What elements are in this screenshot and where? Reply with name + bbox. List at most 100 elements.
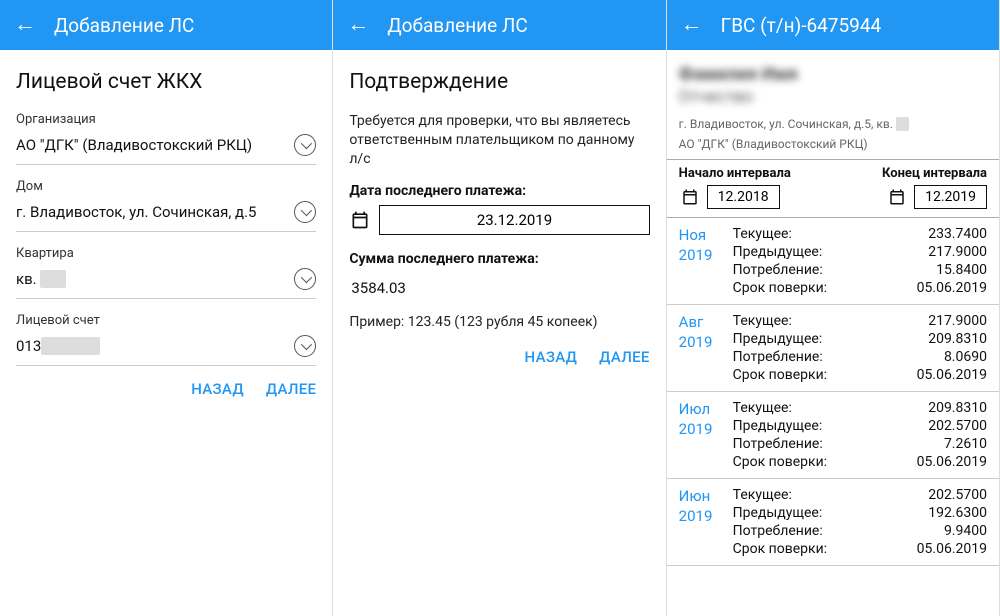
apt-value: кв. 000 bbox=[16, 270, 294, 288]
previous-value: 202.5700 bbox=[928, 418, 987, 434]
check-label: Срок поверки: bbox=[733, 541, 827, 557]
date-label: Дата последнего платежа: bbox=[349, 183, 649, 199]
check-value: 05.06.2019 bbox=[917, 454, 987, 470]
interval-end-label: Конец интервала bbox=[882, 166, 987, 181]
panel-add-account: ← Добавление ЛС Лицевой счет ЖКХ Организ… bbox=[0, 0, 333, 616]
reading-group: Ноя2019Текущее:233.7400Предыдущее:217.90… bbox=[667, 218, 999, 305]
consumption-label: Потребление: bbox=[733, 262, 823, 278]
panel1-content: Лицевой счет ЖКХ Организация АО "ДГК" (В… bbox=[0, 50, 332, 616]
current-value: 233.7400 bbox=[928, 226, 987, 242]
apt-field[interactable]: кв. 000 bbox=[16, 264, 316, 299]
acct-value: 0130000000 bbox=[16, 337, 294, 355]
account-org: АО "ДГК" (Владивостокский РКЦ) bbox=[679, 137, 987, 151]
reading-rows: Текущее: 202.5700 Предыдущее: 192.6300 Потре… bbox=[733, 487, 987, 557]
org-value: АО "ДГК" (Владивостокский РКЦ) bbox=[16, 136, 294, 154]
page-title: Лицевой счет ЖКХ bbox=[16, 70, 316, 94]
current-value: 217.9000 bbox=[928, 313, 987, 329]
consumption-label: Потребление: bbox=[733, 523, 823, 539]
chevron-down-icon bbox=[294, 134, 316, 156]
action-row: НАЗАД ДАЛЕЕ bbox=[16, 380, 316, 398]
calendar-icon[interactable] bbox=[679, 186, 701, 208]
interval-start-label: Начало интервала bbox=[679, 166, 791, 181]
reading-rows: Текущее:233.7400Предыдущее:217.9000Потре… bbox=[733, 226, 987, 296]
page-title: Подтверждение bbox=[349, 70, 649, 94]
acct-field[interactable]: 0130000000 bbox=[16, 331, 316, 366]
account-header: Фамилия Имя Отчество г. Владивосток, ул.… bbox=[667, 50, 999, 159]
current-value: 202.5700 bbox=[928, 487, 987, 503]
interval-end: Конец интервала 12.2019 bbox=[882, 166, 987, 209]
previous-value: 192.6300 bbox=[928, 505, 987, 521]
consumption-label: Потребление: bbox=[733, 436, 823, 452]
chevron-down-icon bbox=[294, 268, 316, 290]
chevron-down-icon bbox=[294, 335, 316, 357]
appbar: ← Добавление ЛС bbox=[0, 0, 332, 50]
back-arrow-icon[interactable]: ← bbox=[14, 14, 36, 36]
reading-period: Июн2019 bbox=[679, 487, 723, 557]
back-arrow-icon[interactable]: ← bbox=[681, 14, 703, 36]
previous-value: 217.9000 bbox=[928, 244, 987, 260]
account-address: г. Владивосток, ул. Сочинская, д.5, кв. … bbox=[679, 117, 987, 131]
reading-period: Ноя2019 bbox=[679, 226, 723, 296]
panel2-content: Подтверждение Требуется для проверки, чт… bbox=[333, 50, 665, 616]
check-label: Срок поверки: bbox=[733, 454, 827, 470]
back-arrow-icon[interactable]: ← bbox=[347, 14, 369, 36]
check-value: 05.06.2019 bbox=[917, 541, 987, 557]
org-label: Организация bbox=[16, 112, 316, 127]
calendar-icon[interactable] bbox=[886, 186, 908, 208]
consumption-value: 15.8400 bbox=[936, 262, 987, 278]
check-label: Срок поверки: bbox=[733, 280, 827, 296]
interval-end-input[interactable]: 12.2019 bbox=[914, 185, 987, 209]
consumption-value: 8.0690 bbox=[944, 349, 987, 365]
sum-label: Сумма последнего платежа: bbox=[349, 251, 649, 267]
consumption-value: 7.2610 bbox=[944, 436, 987, 452]
sum-input[interactable]: 3584.03 bbox=[349, 273, 649, 308]
previous-value: 209.8310 bbox=[928, 331, 987, 347]
current-label: Текущее: bbox=[733, 400, 792, 416]
readings-list[interactable]: Ноя2019 Текущее: 233.7400 Предыдущее: 217.90… bbox=[667, 218, 999, 566]
house-value: г. Владивосток, ул. Сочинская, д.5 bbox=[16, 203, 294, 221]
check-label: Срок поверки: bbox=[733, 367, 827, 383]
account-name-line1: Фамилия Имя bbox=[679, 64, 987, 85]
consumption-label: Потребление: bbox=[733, 349, 823, 365]
panel-confirmation: ← Добавление ЛС Подтверждение Требуется … bbox=[333, 0, 666, 616]
next-button[interactable]: ДАЛЕЕ bbox=[599, 348, 649, 366]
chevron-down-icon bbox=[294, 201, 316, 223]
appbar-title: ГВС (т/н)-6475944 bbox=[721, 14, 882, 37]
current-label: Текущее: bbox=[733, 313, 792, 329]
back-button[interactable]: НАЗАД bbox=[191, 380, 244, 398]
action-row: НАЗАД ДАЛЕЕ bbox=[349, 348, 649, 366]
interval-bar: Начало интервала 12.2018 Конец интервала… bbox=[667, 159, 999, 218]
check-value: 05.06.2019 bbox=[917, 367, 987, 383]
house-field[interactable]: г. Владивосток, ул. Сочинская, д.5 bbox=[16, 197, 316, 232]
acct-label: Лицевой счет bbox=[16, 313, 316, 328]
appbar: ← ГВС (т/н)-6475944 bbox=[667, 0, 999, 50]
interval-start: Начало интервала 12.2018 bbox=[679, 166, 791, 209]
panel-meter-history: ← ГВС (т/н)-6475944 Фамилия Имя Отчество… bbox=[667, 0, 1000, 616]
next-button[interactable]: ДАЛЕЕ bbox=[266, 380, 316, 398]
appbar-title: Добавление ЛС bbox=[54, 14, 194, 37]
previous-label: Предыдущее: bbox=[733, 505, 823, 521]
current-label: Текущее: bbox=[733, 487, 792, 503]
date-input[interactable]: 23.12.2019 bbox=[379, 205, 649, 235]
consumption-value: 9.9400 bbox=[944, 523, 987, 539]
reading-group: Июн2019 Текущее: 202.5700 Предыдущее: 192.63… bbox=[667, 479, 999, 566]
reading-group: Июл2019Текущее:209.8310Предыдущее:202.57… bbox=[667, 392, 999, 479]
previous-label: Предыдущее: bbox=[733, 418, 823, 434]
org-field[interactable]: АО "ДГК" (Владивостокский РКЦ) bbox=[16, 130, 316, 165]
reading-rows: Текущее: 209.8310 Предыдущее: 202.5700 Потре… bbox=[733, 400, 987, 470]
description: Требуется для проверки, что вы являетесь… bbox=[349, 112, 649, 169]
calendar-icon[interactable] bbox=[349, 209, 371, 231]
house-label: Дом bbox=[16, 179, 316, 194]
date-input-row: 23.12.2019 bbox=[349, 205, 649, 235]
previous-label: Предыдущее: bbox=[733, 244, 823, 260]
previous-label: Предыдущее: bbox=[733, 331, 823, 347]
interval-start-input[interactable]: 12.2018 bbox=[707, 185, 780, 209]
reading-group: Авг2019 Текущее: 217.9000 Предыдущее: 209.83… bbox=[667, 305, 999, 392]
reading-period: Авг2019 bbox=[679, 313, 723, 383]
sum-hint: Пример: 123.45 (123 рубля 45 копеек) bbox=[349, 314, 649, 330]
back-button[interactable]: НАЗАД bbox=[525, 348, 578, 366]
check-value: 05.06.2019 bbox=[917, 280, 987, 296]
current-value: 209.8310 bbox=[928, 400, 987, 416]
reading-rows: Текущее: 217.9000 Предыдущее: 209.8310 Потре… bbox=[733, 313, 987, 383]
appbar-title: Добавление ЛС bbox=[387, 14, 527, 37]
